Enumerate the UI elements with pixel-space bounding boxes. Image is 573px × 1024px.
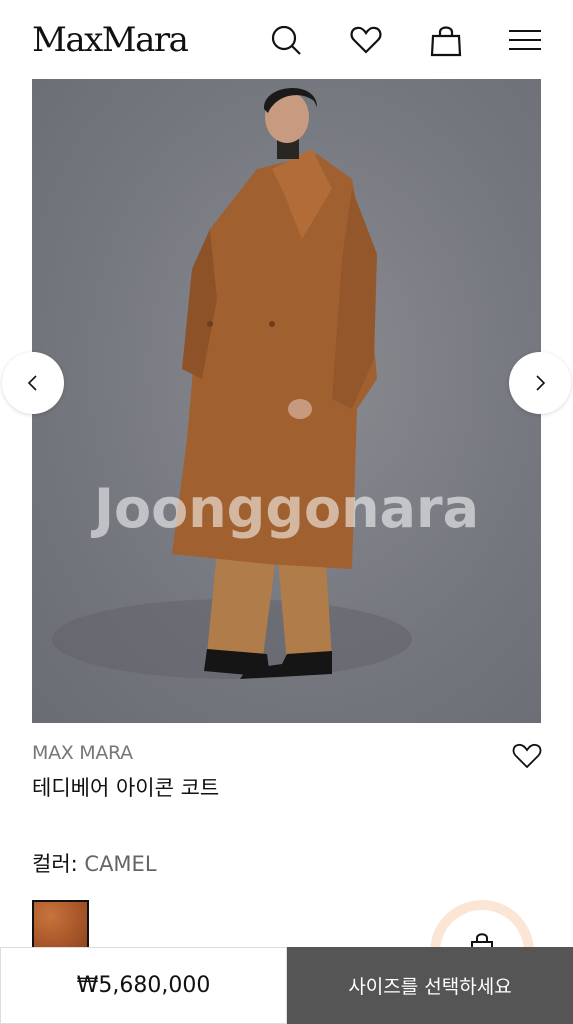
- color-row: 컬러: CAMEL: [32, 848, 157, 878]
- color-value: CAMEL: [84, 852, 157, 876]
- product-photo: [52, 88, 412, 679]
- gallery-next-button[interactable]: [509, 352, 571, 414]
- menu-button[interactable]: [505, 20, 545, 60]
- wishlist-button[interactable]: [346, 20, 386, 60]
- header: MaxMara: [0, 0, 573, 80]
- add-to-wishlist-icon[interactable]: [511, 740, 543, 772]
- search-button[interactable]: [266, 20, 306, 60]
- search-icon: [271, 25, 301, 55]
- chevron-right-icon: [536, 375, 546, 391]
- shopping-bag-icon: [430, 26, 462, 57]
- gallery-prev-button[interactable]: [2, 352, 64, 414]
- cart-button[interactable]: [426, 20, 466, 60]
- color-swatch-camel[interactable]: [32, 900, 89, 949]
- product-brand: MAX MARA: [32, 742, 133, 764]
- brand-logo[interactable]: MaxMara: [32, 18, 189, 62]
- color-label: 컬러:: [32, 852, 78, 876]
- bottom-bar: ₩5,680,000 사이즈를 선택하세요: [0, 947, 573, 1024]
- chevron-left-icon: [27, 375, 37, 391]
- heart-icon: [350, 26, 382, 54]
- product-price: ₩5,680,000: [0, 947, 287, 1024]
- product-name: 테디베어 아이콘 코트: [32, 776, 220, 800]
- watermark: Joonggonara: [93, 477, 480, 540]
- select-size-button[interactable]: 사이즈를 선택하세요: [287, 947, 573, 1024]
- menu-icon: [509, 30, 541, 50]
- product-image[interactable]: Joonggonara: [32, 79, 541, 723]
